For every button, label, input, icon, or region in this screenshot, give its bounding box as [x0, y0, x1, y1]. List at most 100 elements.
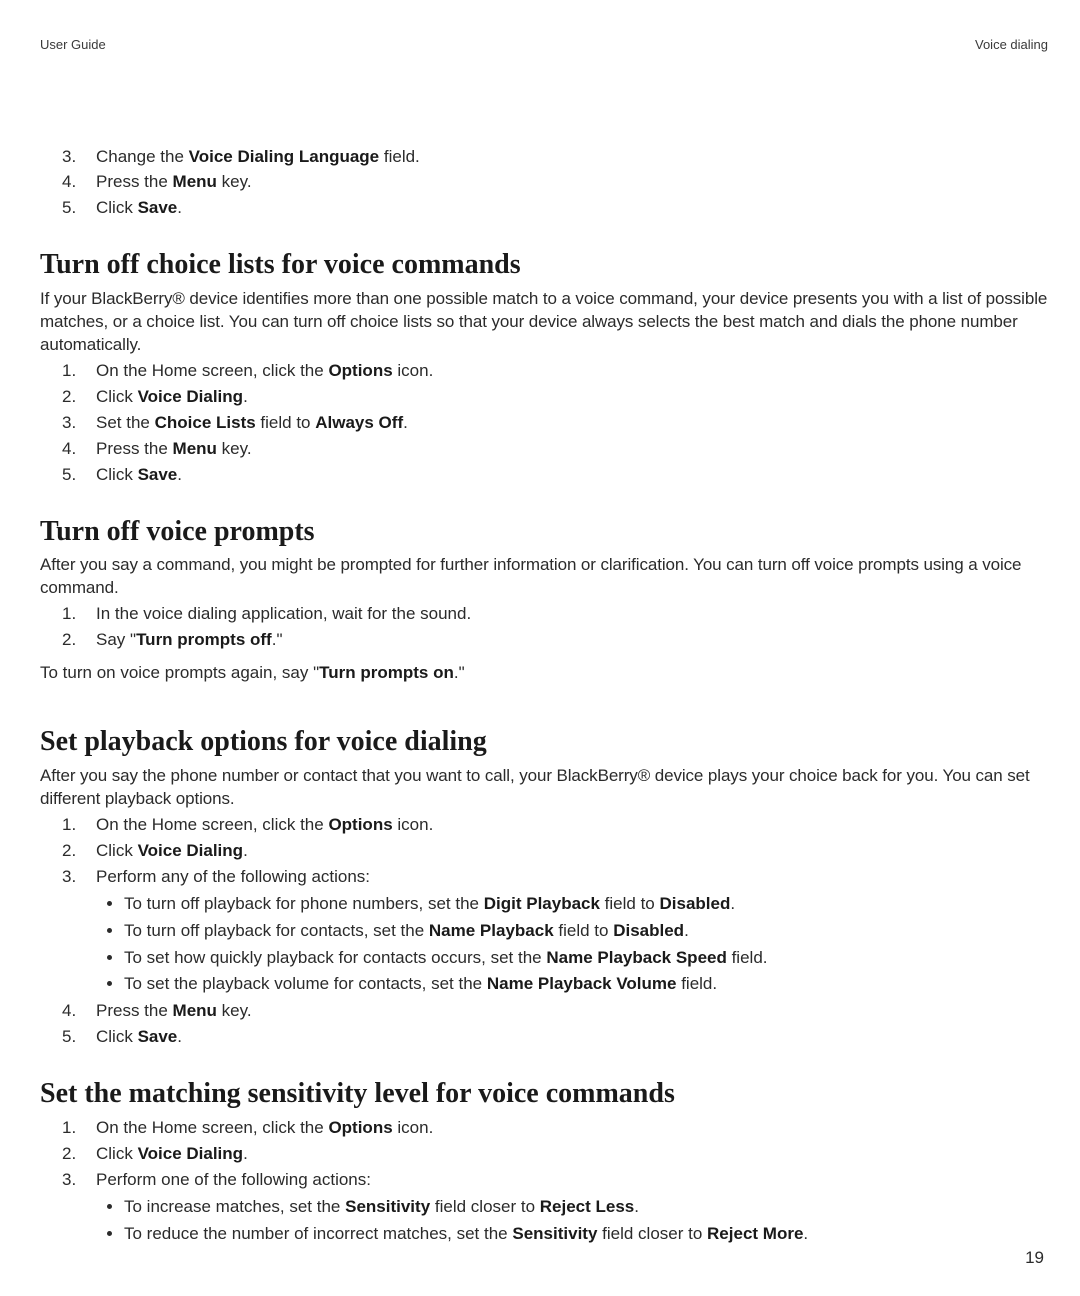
step-item: In the voice dialing application, wait f… — [40, 603, 1048, 626]
text: key. — [217, 439, 252, 458]
bold-text: Save — [138, 198, 178, 217]
header-right: Voice dialing — [975, 36, 1048, 54]
step-item: Perform any of the following actions: To … — [40, 866, 1048, 997]
text: key. — [217, 172, 252, 191]
bold-text: Menu — [173, 439, 217, 458]
text: Change the — [96, 147, 189, 166]
text: To turn off playback for phone numbers, … — [124, 894, 484, 913]
section-title-voice-prompts: Turn off voice prompts — [40, 513, 1048, 551]
text: Say " — [96, 630, 136, 649]
intro-voice-prompts: After you say a command, you might be pr… — [40, 554, 1048, 600]
sub-item: To reduce the number of incorrect matche… — [124, 1223, 1048, 1246]
bold-text: Menu — [173, 172, 217, 191]
text: . — [243, 387, 248, 406]
after-post: ." — [454, 663, 465, 682]
text: field to — [600, 894, 660, 913]
step-item: On the Home screen, click the Options ic… — [40, 1117, 1048, 1140]
text: Press the — [96, 1001, 173, 1020]
step-item: On the Home screen, click the Options ic… — [40, 814, 1048, 837]
text: icon. — [393, 1118, 434, 1137]
bold-text: Digit Playback — [484, 894, 600, 913]
text: . — [730, 894, 735, 913]
step-item: Say "Turn prompts off." — [40, 629, 1048, 652]
intro-choice-lists: If your BlackBerry® device identifies mo… — [40, 288, 1048, 357]
bold-text: Reject More — [707, 1224, 803, 1243]
continued-steps: Change the Voice Dialing Language field.… — [40, 146, 1048, 221]
section-title-sensitivity: Set the matching sensitivity level for v… — [40, 1075, 1048, 1113]
text: field. — [379, 147, 420, 166]
text: . — [243, 1144, 248, 1163]
text: key. — [217, 1001, 252, 1020]
steps-sensitivity: On the Home screen, click the Options ic… — [40, 1117, 1048, 1246]
bold-text: Voice Dialing — [138, 841, 244, 860]
intro-playback: After you say the phone number or contac… — [40, 765, 1048, 811]
bold-text: Save — [138, 465, 178, 484]
steps-playback: On the Home screen, click the Options ic… — [40, 814, 1048, 1049]
sub-item: To turn off playback for contacts, set t… — [124, 920, 1048, 943]
text: Press the — [96, 439, 173, 458]
text: To turn off playback for contacts, set t… — [124, 921, 429, 940]
text: Perform one of the following actions: — [96, 1170, 371, 1189]
steps-choice-lists: On the Home screen, click the Options ic… — [40, 360, 1048, 487]
header-left: User Guide — [40, 36, 106, 54]
step-item: On the Home screen, click the Options ic… — [40, 360, 1048, 383]
text: Press the — [96, 172, 173, 191]
bold-text: Options — [328, 1118, 392, 1137]
text: ." — [272, 630, 283, 649]
sub-item: To increase matches, set the Sensitivity… — [124, 1196, 1048, 1219]
text: field to — [256, 413, 316, 432]
text: . — [803, 1224, 808, 1243]
step-item: Press the Menu key. — [40, 1000, 1048, 1023]
bold-text: Reject Less — [540, 1197, 635, 1216]
text: field closer to — [597, 1224, 707, 1243]
text: Click — [96, 387, 138, 406]
bold-text: Options — [328, 361, 392, 380]
text: icon. — [393, 361, 434, 380]
text: . — [243, 841, 248, 860]
text: . — [684, 921, 689, 940]
bold-text: Menu — [173, 1001, 217, 1020]
text: In the voice dialing application, wait f… — [96, 604, 471, 623]
text: On the Home screen, click the — [96, 815, 328, 834]
sub-item: To set how quickly playback for contacts… — [124, 947, 1048, 970]
text: . — [177, 465, 182, 484]
bold-text: Voice Dialing — [138, 387, 244, 406]
sub-list: To increase matches, set the Sensitivity… — [96, 1196, 1048, 1246]
text: Perform any of the following actions: — [96, 867, 370, 886]
bold-text: Name Playback Speed — [546, 948, 726, 967]
text: . — [403, 413, 408, 432]
text: . — [177, 1027, 182, 1046]
step-item: Click Voice Dialing. — [40, 386, 1048, 409]
text: Click — [96, 465, 138, 484]
step-item: Click Voice Dialing. — [40, 840, 1048, 863]
text: field closer to — [430, 1197, 540, 1216]
bold-text: Disabled — [613, 921, 684, 940]
bold-text: Sensitivity — [512, 1224, 597, 1243]
steps-voice-prompts: In the voice dialing application, wait f… — [40, 603, 1048, 652]
step-item: Click Save. — [40, 197, 1048, 220]
after-pre: To turn on voice prompts again, say " — [40, 663, 319, 682]
sub-item: To turn off playback for phone numbers, … — [124, 893, 1048, 916]
bold-text: Name Playback — [429, 921, 554, 940]
after-voice-prompts: To turn on voice prompts again, say "Tur… — [40, 662, 1048, 685]
bold-text: Disabled — [660, 894, 731, 913]
step-item: Click Save. — [40, 1026, 1048, 1049]
text: field. — [727, 948, 768, 967]
bold-text: Sensitivity — [345, 1197, 430, 1216]
page-header: User Guide Voice dialing — [40, 36, 1048, 54]
step-item: Press the Menu key. — [40, 438, 1048, 461]
sub-item: To set the playback volume for contacts,… — [124, 973, 1048, 996]
after-bold: Turn prompts on — [319, 663, 454, 682]
section-title-playback: Set playback options for voice dialing — [40, 723, 1048, 761]
bold-text: Always Off — [315, 413, 403, 432]
step-item: Press the Menu key. — [40, 171, 1048, 194]
step-item: Perform one of the following actions: To … — [40, 1169, 1048, 1246]
step-item: Click Save. — [40, 464, 1048, 487]
sub-list: To turn off playback for phone numbers, … — [96, 893, 1048, 997]
step-item: Set the Choice Lists field to Always Off… — [40, 412, 1048, 435]
bold-text: Voice Dialing Language — [189, 147, 380, 166]
bold-text: Turn prompts off — [136, 630, 272, 649]
text: To reduce the number of incorrect matche… — [124, 1224, 512, 1243]
text: field. — [676, 974, 717, 993]
text: . — [177, 198, 182, 217]
